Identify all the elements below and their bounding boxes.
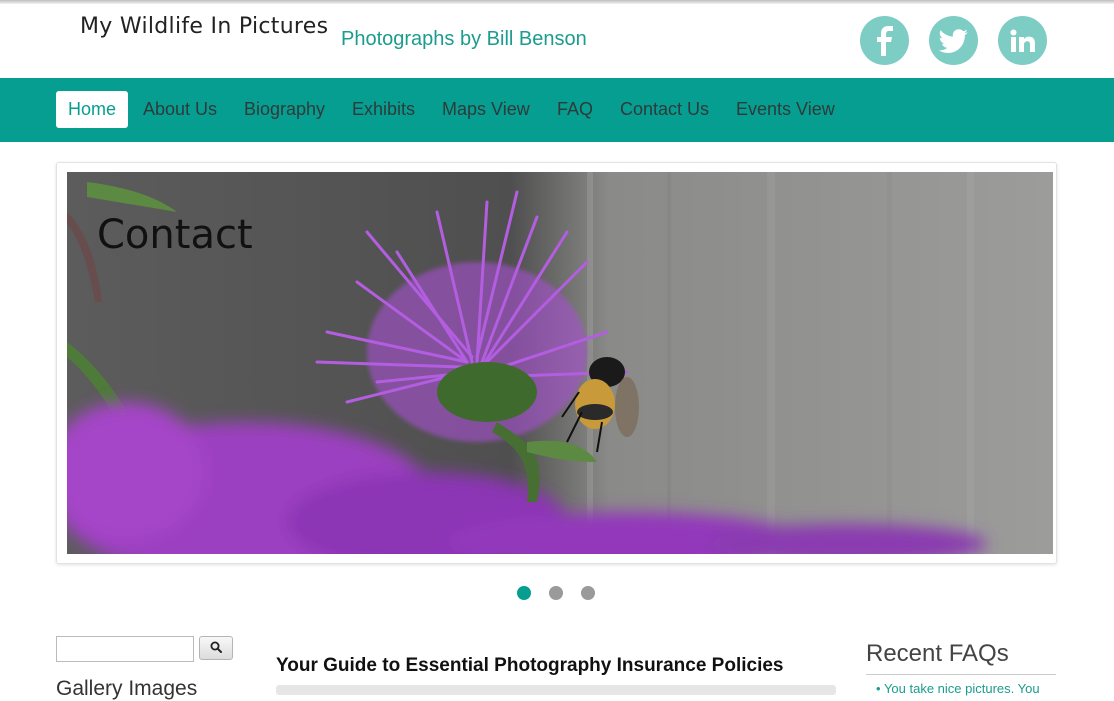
nav-item-biography[interactable]: Biography [232,91,337,128]
linkedin-link[interactable] [998,16,1047,65]
slide-caption: Contact [97,212,253,258]
facebook-link[interactable] [860,16,909,65]
twitter-link[interactable] [929,16,978,65]
faq-list-item[interactable]: • You take nice pictures. You [876,681,1056,696]
slider-dot-1[interactable] [517,586,531,600]
slider-dot-3[interactable] [581,586,595,600]
twitter-icon [938,28,969,53]
search-button[interactable] [199,636,233,660]
search-input[interactable] [56,636,194,662]
gallery-images-heading: Gallery Images [56,677,198,700]
nav-item-events-view[interactable]: Events View [724,91,847,128]
nav-item-exhibits[interactable]: Exhibits [340,91,427,128]
linkedin-icon [1010,29,1036,53]
nav-item-faq[interactable]: FAQ [545,91,605,128]
article-meta-bar [276,685,836,695]
facebook-icon [875,25,895,56]
magnifier-icon [210,641,222,656]
recent-faqs-heading: Recent FAQs [866,640,1056,675]
top-border [0,0,1114,4]
nav-item-contact-us[interactable]: Contact Us [608,91,721,128]
site-tagline: Photographs by Bill Benson [341,28,587,50]
site-title[interactable]: My Wildlife In Pictures [80,14,328,39]
faq-link[interactable]: You take nice pictures. You [884,681,1040,696]
main-navigation: Home About Us Biography Exhibits Maps Vi… [0,78,1114,142]
article-title[interactable]: Your Guide to Essential Photography Insu… [276,655,783,677]
slide-image[interactable]: Contact [67,172,1053,554]
image-slider: Contact [56,162,1057,564]
nav-item-about-us[interactable]: About Us [131,91,229,128]
nav-item-maps-view[interactable]: Maps View [430,91,542,128]
slider-dot-2[interactable] [549,586,563,600]
nav-item-home[interactable]: Home [56,91,129,128]
